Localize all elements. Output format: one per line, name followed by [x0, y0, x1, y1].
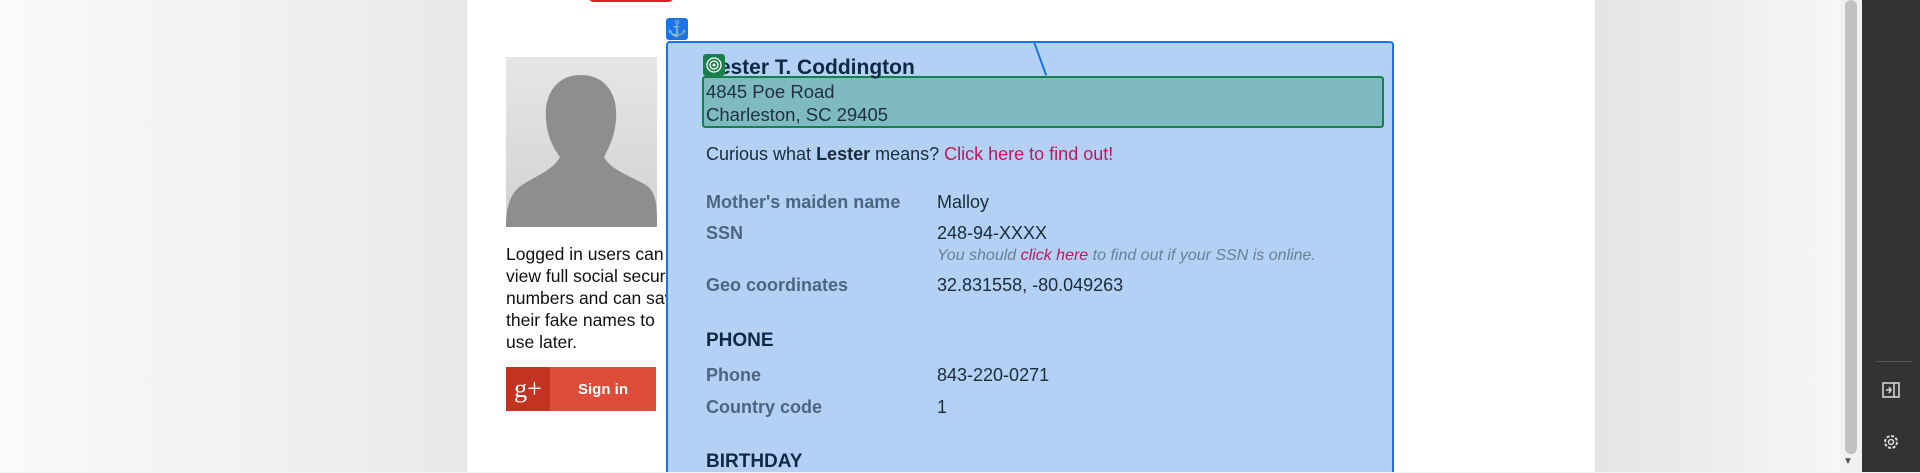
country-code-value: 1: [937, 397, 948, 417]
google-plus-icon: g+: [506, 367, 550, 411]
scroll-down-icon[interactable]: ▼: [1843, 456, 1853, 467]
gear-icon[interactable]: [1878, 429, 1904, 455]
target-icon[interactable]: [703, 54, 725, 76]
maiden-name-label: Mother's maiden name: [706, 192, 901, 212]
name-meaning-text: Curious what Lester means? Click here to…: [706, 144, 1113, 165]
first-name: Lester: [816, 144, 871, 164]
address-line-2: Charleston, SC 29405: [706, 104, 889, 125]
ssn-note-prefix: You should: [937, 247, 1021, 264]
maiden-name-value: Malloy: [937, 192, 990, 212]
birthday-section-heading: BIRTHDAY: [706, 451, 803, 472]
phone-section-heading: PHONE: [706, 330, 774, 351]
geo-coordinates-link[interactable]: 32.831558, -80.049263: [937, 275, 1123, 296]
ssn-value: 248-94-XXXX: [937, 223, 1048, 243]
curious-prefix: Curious what: [706, 144, 817, 164]
phone-value: 843-220-0271: [937, 365, 1050, 385]
red-nav-tab[interactable]: [588, 0, 674, 2]
panel-toggle-icon[interactable]: [1878, 377, 1904, 403]
ssn-note-suffix: to find out if your SSN is online.: [1088, 247, 1316, 264]
google-signin-button[interactable]: g+ Sign in: [506, 367, 656, 411]
curious-suffix: means?: [870, 144, 945, 164]
side-panel-divider: [1876, 361, 1912, 362]
scrollbar-thumb[interactable]: [1845, 0, 1857, 454]
name-meaning-link[interactable]: Click here to find out!: [944, 144, 1113, 164]
login-info-text: Logged in users can view full social sec…: [506, 244, 684, 352]
background-right: [1596, 0, 1840, 472]
ssn-check-link[interactable]: click here: [1021, 247, 1089, 264]
anchor-icon[interactable]: ⚓: [666, 18, 688, 40]
signin-label: Sign in: [578, 380, 628, 398]
ssn-note: You should click here to find out if you…: [937, 247, 1316, 265]
country-code-label: Country code: [706, 397, 823, 417]
address-line-1: 4845 Poe Road: [706, 81, 835, 102]
avatar: [506, 57, 657, 227]
phone-label: Phone: [706, 365, 762, 385]
person-name: Lester T. Coddington: [706, 56, 915, 79]
background-left: [0, 0, 466, 472]
ssn-label: SSN: [706, 223, 744, 243]
geo-label: Geo coordinates: [706, 275, 849, 295]
